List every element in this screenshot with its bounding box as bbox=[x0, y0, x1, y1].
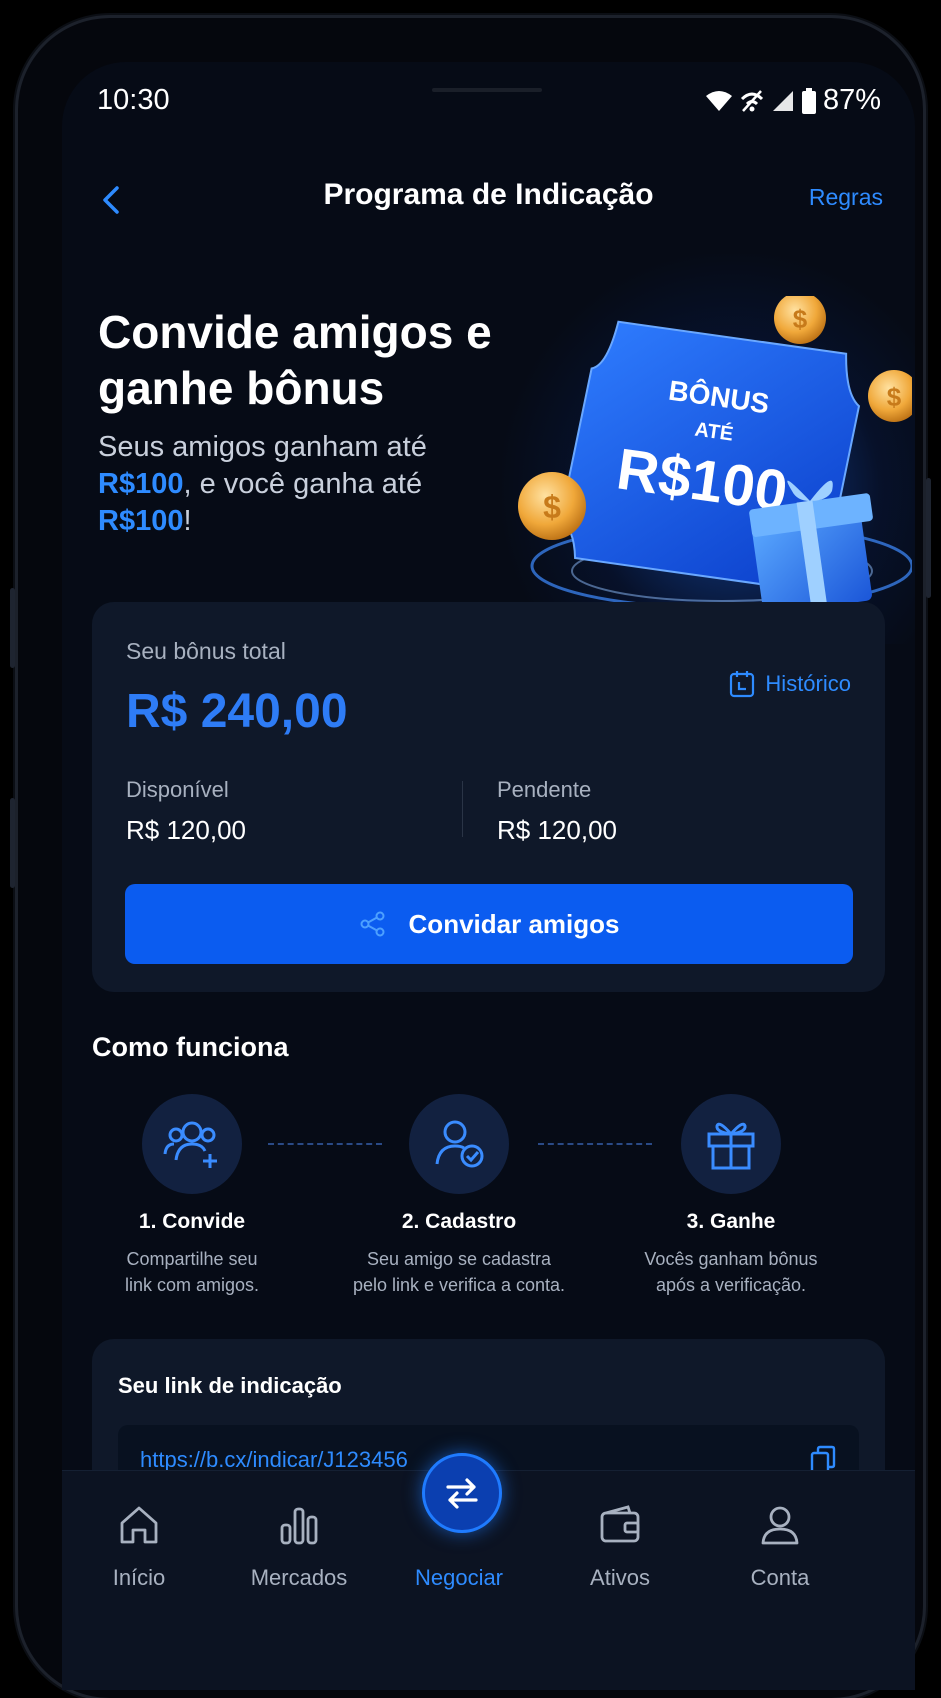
step-earn: 3. Ganhe Vocês ganham bônus após a verifi… bbox=[601, 1094, 861, 1298]
nav-label: Negociar bbox=[414, 1565, 504, 1590]
step-title: 3. Ganhe bbox=[686, 1210, 776, 1233]
hero-headline: Convide amigos e ganhe bônus bbox=[98, 306, 492, 414]
pending-label: Pendente bbox=[497, 777, 592, 802]
history-label: Histórico bbox=[765, 671, 851, 696]
available-label: Disponível bbox=[126, 777, 229, 802]
gift-icon bbox=[707, 1122, 755, 1170]
nav-label: Conta bbox=[750, 1565, 810, 1590]
step-title: 1. Convide bbox=[138, 1210, 246, 1233]
signal-off-icon bbox=[740, 89, 764, 112]
history-link[interactable]: Histórico bbox=[729, 670, 851, 698]
history-icon bbox=[730, 671, 755, 698]
nav-item-inicio[interactable]: Início bbox=[69, 1501, 209, 1591]
pending-column: Pendente R$ 120,00 bbox=[497, 777, 617, 846]
phone-frame: 10:30 87% Programa de Indicação Regras C… bbox=[10, 18, 931, 1698]
page-title: Programa de Indicação bbox=[323, 178, 654, 211]
bar-chart-icon bbox=[280, 1507, 318, 1545]
bonus-breakdown: Disponível R$ 120,00 Pendente R$ 120,00 bbox=[126, 777, 851, 857]
battery-percent: 87% bbox=[822, 84, 881, 116]
home-icon bbox=[120, 1506, 158, 1544]
bonus-ticket-illustration: BÔNUS ATÉ R$100 $ $ $ bbox=[518, 296, 912, 615]
available-value: R$ 120,00 bbox=[126, 815, 246, 845]
hero-description: Seus amigos ganham até R$100, e você gan… bbox=[98, 431, 427, 537]
step-icon-circle bbox=[681, 1094, 781, 1194]
nav-label: Início bbox=[112, 1565, 166, 1590]
step-icon-circle bbox=[142, 1094, 242, 1194]
nav-label: Ativos bbox=[590, 1565, 650, 1590]
step-icon-circle bbox=[409, 1094, 509, 1194]
nav-item-mercados[interactable]: Mercados bbox=[229, 1501, 369, 1591]
side-button bbox=[10, 798, 15, 888]
step-description: Vocês ganham bônus após a verificação. bbox=[644, 1249, 818, 1295]
wifi-icon bbox=[705, 90, 732, 111]
bottom-nav: Início Mercados Negociar Ativos Conta bbox=[62, 1453, 915, 1690]
users-add-icon bbox=[163, 1121, 217, 1168]
nav-item-conta[interactable]: Conta bbox=[710, 1501, 850, 1591]
bonus-card: Seu bônus total R$ 240,00 Histórico Disp… bbox=[92, 602, 885, 992]
breakdown-divider bbox=[462, 781, 463, 837]
app-header: Programa de Indicação Regras bbox=[62, 170, 915, 230]
step-description: Seu amigo se cadastra pelo link e verific… bbox=[352, 1249, 566, 1295]
swap-icon bbox=[446, 1478, 478, 1509]
status-bar: 10:30 87% bbox=[62, 74, 915, 120]
referral-link-title: Seu link de indicação bbox=[118, 1373, 342, 1398]
svg-text:$: $ bbox=[887, 382, 902, 412]
trade-button[interactable] bbox=[422, 1453, 502, 1533]
user-check-icon bbox=[435, 1120, 484, 1168]
invite-friends-button[interactable]: Convidar amigos bbox=[125, 884, 853, 964]
step-title: 2. Cadastro bbox=[401, 1210, 517, 1233]
bonus-total-amount: R$ 240,00 bbox=[126, 685, 348, 738]
cell-signal-icon bbox=[772, 90, 793, 111]
pending-value: R$ 120,00 bbox=[497, 815, 617, 845]
how-it-works-title: Como funciona bbox=[92, 1032, 289, 1062]
status-time: 10:30 bbox=[97, 84, 170, 116]
step-invite: 1. Convide Compartilhe seu link com amigo… bbox=[62, 1094, 322, 1298]
svg-text:$: $ bbox=[543, 489, 561, 525]
invite-label: Convidar amigos bbox=[408, 908, 620, 939]
svg-text:$: $ bbox=[793, 304, 808, 334]
nav-item-ativos[interactable]: Ativos bbox=[550, 1501, 690, 1591]
share-icon bbox=[360, 911, 385, 937]
wallet-icon bbox=[600, 1505, 640, 1543]
available-column: Disponível R$ 120,00 bbox=[126, 777, 246, 846]
nav-label: Mercados bbox=[250, 1565, 348, 1590]
status-icons: 87% bbox=[705, 84, 881, 117]
hero-banner: Convide amigos e ganhe bônus Seus amigos… bbox=[62, 254, 915, 644]
step-description: Compartilhe seu link com amigos. bbox=[124, 1249, 260, 1295]
rules-link[interactable]: Regras bbox=[809, 184, 883, 211]
battery-icon bbox=[801, 87, 816, 114]
volume-button bbox=[10, 588, 15, 668]
user-icon bbox=[761, 1506, 799, 1545]
step-signup: 2. Cadastro Seu amigo se cadastra pelo li… bbox=[329, 1094, 589, 1298]
bonus-total-label: Seu bônus total bbox=[126, 638, 286, 664]
screen: 10:30 87% Programa de Indicação Regras C… bbox=[62, 62, 915, 1690]
power-button bbox=[926, 478, 931, 598]
